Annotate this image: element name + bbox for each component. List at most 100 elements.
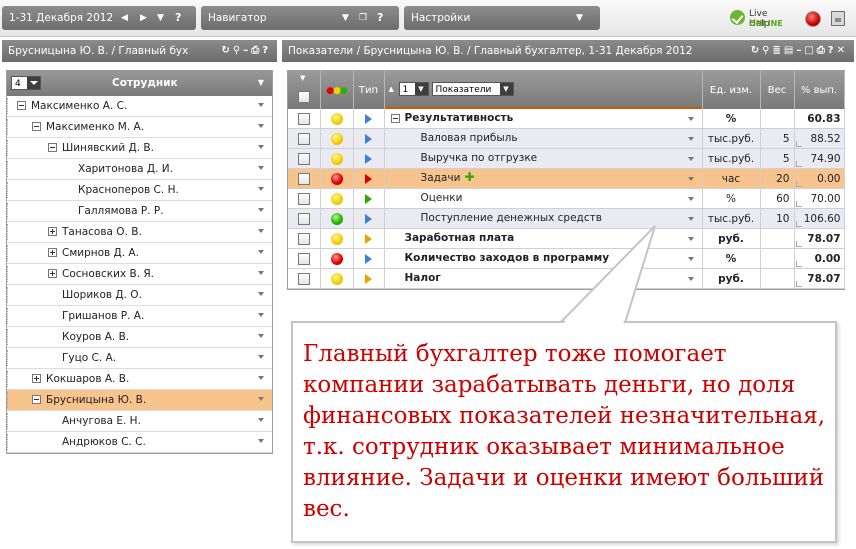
row-menu-icon[interactable] [258, 250, 264, 254]
navigator-help-icon[interactable]: ? [377, 6, 383, 30]
row-menu-icon[interactable] [258, 229, 264, 233]
table-row[interactable]: Заработная плата руб. 78.07 [288, 228, 845, 249]
refresh-icon[interactable]: ↻ [751, 45, 762, 56]
table-row[interactable]: Результативность % 60.83 [288, 109, 845, 129]
row-menu-icon[interactable] [258, 397, 264, 401]
search-icon[interactable]: ⚲ [762, 45, 772, 56]
row-menu-icon[interactable] [687, 257, 694, 261]
indicators-panel-tools[interactable]: ↻⚲≣▤–□⎙?✕ [751, 40, 848, 62]
table-row[interactable]: Оценки % 60 70.00 [288, 188, 845, 209]
expand-icon[interactable] [48, 269, 57, 278]
print-icon[interactable]: ⎙ [817, 45, 828, 56]
row-checkbox[interactable] [297, 272, 310, 285]
collapse-icon[interactable] [48, 143, 57, 152]
settings-dropdown-icon[interactable]: ▼ [576, 6, 583, 30]
row-menu-icon[interactable] [258, 355, 264, 359]
row-menu-icon[interactable] [687, 197, 694, 201]
weight-column-header[interactable]: Вес [760, 71, 795, 109]
row-menu-icon[interactable] [687, 157, 694, 161]
period-selector[interactable]: 1-31 Декабря 2012 ◀ ▶ ▼ ? [2, 6, 196, 30]
tree-row[interactable]: Гуцо С. А. [7, 348, 272, 369]
expand-icon[interactable] [32, 374, 41, 383]
expand-icon[interactable] [48, 227, 57, 236]
indicators-filter-select[interactable]: Показатели ▼ [431, 82, 514, 96]
tree-row[interactable]: Шориков Д. О. [7, 285, 272, 306]
row-checkbox[interactable] [297, 192, 310, 205]
column-menu-icon[interactable]: ▼ [258, 70, 264, 96]
table-row[interactable]: Выручка по отгрузке тыс.руб. 5 74.90 [288, 148, 845, 169]
navigator-window-icon[interactable]: ❐ [359, 6, 367, 30]
row-menu-icon[interactable] [258, 103, 264, 107]
collapse-icon[interactable] [390, 114, 400, 123]
row-menu-icon[interactable] [258, 124, 264, 128]
row-menu-icon[interactable] [258, 376, 264, 380]
tree-row[interactable]: Коуров А. В. [7, 327, 272, 348]
row-menu-icon[interactable] [258, 292, 264, 296]
list-icon[interactable]: ≣ [773, 45, 784, 56]
percent-column-header[interactable]: % вып. [794, 71, 845, 109]
navigator-menu[interactable]: Навигатор ▼ ❐ ? [201, 6, 399, 30]
row-menu-icon[interactable] [687, 117, 694, 121]
table-row[interactable]: Налог руб. 78.07 [288, 268, 845, 289]
indicator-level-select[interactable]: 1 ▼ [398, 82, 429, 96]
tree-row[interactable]: Харитонова Д. И. [7, 159, 272, 180]
print-icon[interactable]: ⎙ [251, 45, 262, 56]
minimize-icon[interactable]: – [243, 45, 251, 56]
period-dropdown-icon[interactable]: ▼ [157, 6, 164, 30]
help-icon[interactable]: ? [828, 45, 837, 56]
search-icon[interactable]: ⚲ [233, 45, 243, 56]
row-menu-icon[interactable] [258, 208, 264, 212]
employees-panel-tools[interactable]: ↻⚲–⎙? [221, 40, 271, 62]
tree-row[interactable]: Смирнов Д. А. [7, 243, 272, 264]
unit-column-header[interactable]: Ед. изм. [702, 71, 761, 109]
sort-asc-icon[interactable]: ▲ [389, 85, 394, 93]
export-icon[interactable]: ▤ [784, 45, 796, 56]
tree-row[interactable]: Анчугова Е. Н. [7, 411, 272, 432]
column-menu-icon[interactable]: ▼ [300, 74, 305, 82]
collapse-icon[interactable] [32, 395, 41, 404]
tree-level-select[interactable]: 4 [11, 76, 41, 90]
row-menu-icon[interactable] [258, 271, 264, 275]
tree-row[interactable]: Шинявский Д. В. [7, 138, 272, 159]
tree-row[interactable]: Гришанов Р. А. [7, 306, 272, 327]
live-help-button[interactable]: Live Help ONLINE [730, 7, 790, 31]
row-menu-icon[interactable] [258, 313, 264, 317]
save-icon[interactable] [831, 11, 845, 26]
tree-row[interactable]: Кокшаров А. В. [7, 369, 272, 390]
tree-row[interactable]: Танасова О. В. [7, 222, 272, 243]
refresh-icon[interactable]: ↻ [221, 45, 232, 56]
row-checkbox[interactable] [297, 112, 310, 125]
tree-row[interactable]: Андрюков С. С. [7, 432, 272, 453]
tree-row-selected[interactable]: Брусницына Ю. В. [7, 390, 272, 411]
row-menu-icon[interactable] [687, 177, 694, 181]
indicators-column-header[interactable]: ▲ 1 ▼ Показатели ▼ [384, 71, 703, 109]
row-menu-icon[interactable] [258, 334, 264, 338]
row-menu-icon[interactable] [258, 166, 264, 170]
row-menu-icon[interactable] [687, 237, 694, 241]
row-menu-icon[interactable] [258, 145, 264, 149]
tree-row[interactable]: Максименко М. А. [7, 117, 272, 138]
record-icon[interactable] [805, 11, 821, 27]
row-checkbox[interactable] [297, 152, 310, 165]
row-menu-icon[interactable] [687, 217, 694, 221]
close-icon[interactable]: ✕ [837, 45, 848, 56]
tree-row[interactable]: Максименко А. С. [7, 96, 272, 117]
type-column-header[interactable]: Тип [353, 71, 385, 109]
expand-icon[interactable] [48, 248, 57, 257]
next-arrow-icon[interactable]: ▶ [140, 6, 147, 30]
row-menu-icon[interactable] [258, 187, 264, 191]
tree-row[interactable]: Красноперов С. Н. [7, 180, 272, 201]
row-menu-icon[interactable] [687, 137, 694, 141]
collapse-icon[interactable] [32, 122, 41, 131]
prev-arrow-icon[interactable]: ◀ [121, 6, 128, 30]
row-checkbox[interactable] [297, 172, 310, 185]
select-all-checkbox[interactable] [297, 91, 310, 103]
row-checkbox[interactable] [297, 232, 310, 245]
navigator-dropdown-icon[interactable]: ▼ [342, 6, 349, 30]
row-checkbox[interactable] [297, 252, 310, 265]
maximize-icon[interactable]: □ [804, 45, 816, 56]
row-menu-icon[interactable] [258, 439, 264, 443]
table-row[interactable]: Валовая прибыль тыс.руб. 5 88.52 [288, 128, 845, 149]
table-row[interactable]: Поступление денежных средств тыс.руб. 10… [288, 208, 845, 229]
tree-row[interactable]: Сосновских В. Я. [7, 264, 272, 285]
